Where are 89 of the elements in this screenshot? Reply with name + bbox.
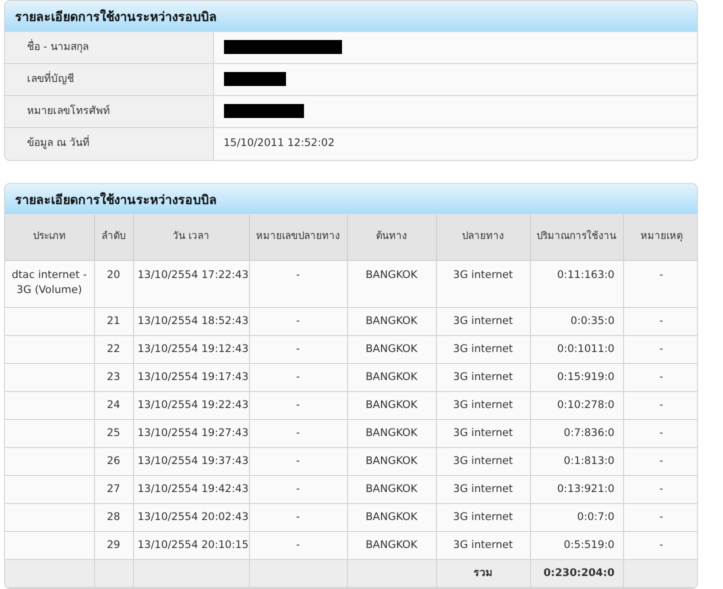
table-cell: 0:10:278:0: [530, 392, 623, 420]
table-cell: 3G internet: [436, 448, 530, 476]
table-cell: 28: [94, 504, 133, 532]
table-cell: -: [623, 532, 697, 560]
table-cell: -: [623, 308, 697, 336]
panel-title: รายละเอียดการใช้งานระหว่างรอบบิล: [15, 9, 217, 24]
table-cell: 3G internet: [436, 308, 530, 336]
table-cell: 0:0:7:0: [530, 504, 623, 532]
table-cell: -: [249, 392, 347, 420]
table-cell: 21: [94, 308, 133, 336]
table-cell: 13/10/2554 19:42:43: [133, 476, 249, 504]
table-cell: 0:0:1011:0: [530, 336, 623, 364]
table-cell: -: [249, 420, 347, 448]
table-cell: 27: [94, 476, 133, 504]
table-cell: 24: [94, 392, 133, 420]
column-header: ปลายทาง: [436, 214, 530, 260]
table-cell: 13/10/2554 19:22:43: [133, 392, 249, 420]
table-cell: -: [623, 336, 697, 364]
table-cell: BANGKOK: [347, 364, 436, 392]
table-cell: 3G internet: [436, 420, 530, 448]
table-cell: -: [249, 308, 347, 336]
field-value: 15/10/2011 12:52:02: [213, 128, 697, 160]
table-cell: 26: [94, 448, 133, 476]
table-cell: BANGKOK: [347, 420, 436, 448]
table-cell: -: [623, 364, 697, 392]
table-cell: -: [249, 532, 347, 560]
table-cell: -: [249, 504, 347, 532]
column-header: ลำดับ: [94, 214, 133, 260]
table-cell: BANGKOK: [347, 476, 436, 504]
field-label: เลขที่บัญชี: [5, 64, 213, 96]
table-cell: 13/10/2554 19:27:43: [133, 420, 249, 448]
table-cell: BANGKOK: [347, 448, 436, 476]
column-header: หมายเลขปลายทาง: [249, 214, 347, 260]
table-cell: dtac internet - 3G (Volume): [5, 260, 94, 308]
table-cell: -: [623, 260, 697, 308]
column-header: ต้นทาง: [347, 214, 436, 260]
table-cell: 3G internet: [436, 336, 530, 364]
table-cell: 22: [94, 336, 133, 364]
column-header: ประเภท: [5, 214, 94, 260]
table-cell: -: [623, 392, 697, 420]
table-cell: 23: [94, 364, 133, 392]
table-cell: 3G internet: [436, 504, 530, 532]
table-cell: 13/10/2554 17:22:43: [133, 260, 249, 308]
table-cell: 0:7:836:0: [530, 420, 623, 448]
table-cell: 0:13:921:0: [530, 476, 623, 504]
table-cell: BANGKOK: [347, 260, 436, 308]
table-cell: 0:15:919:0: [530, 364, 623, 392]
table-cell: 3G internet: [436, 532, 530, 560]
table-cell: 20: [94, 260, 133, 308]
table-cell: 0:0:35:0: [530, 308, 623, 336]
table-cell: -: [249, 364, 347, 392]
table-cell: 13/10/2554 20:02:43: [133, 504, 249, 532]
table-cell: -: [623, 420, 697, 448]
table-cell: BANGKOK: [347, 336, 436, 364]
table-cell: BANGKOK: [347, 392, 436, 420]
redaction-bar: [224, 72, 286, 86]
table-cell: -: [249, 336, 347, 364]
table-cell: 3G internet: [436, 392, 530, 420]
total-label: รวม: [436, 560, 530, 588]
table-cell: -: [249, 476, 347, 504]
table-cell: 13/10/2554 19:37:43: [133, 448, 249, 476]
table-cell: 0:1:813:0: [530, 448, 623, 476]
table-cell: 3G internet: [436, 364, 530, 392]
table-cell: -: [249, 448, 347, 476]
table-cell: BANGKOK: [347, 308, 436, 336]
table-cell: 3G internet: [436, 260, 530, 308]
field-label: หมายเลขโทรศัพท์: [5, 96, 213, 128]
total-value: 0:230:204:0: [530, 560, 623, 588]
column-header: หมายเหตุ: [623, 214, 697, 260]
table-cell: 0:5:519:0: [530, 532, 623, 560]
field-label: ชื่อ - นามสกุล: [5, 32, 213, 64]
table-cell: -: [249, 260, 347, 308]
table-cell: 13/10/2554 20:10:15: [133, 532, 249, 560]
table-cell: 3G internet: [436, 476, 530, 504]
column-header: วัน เวลา: [133, 214, 249, 260]
table-cell: -: [623, 448, 697, 476]
table-cell: BANGKOK: [347, 504, 436, 532]
table-cell: 13/10/2554 19:12:43: [133, 336, 249, 364]
table-cell: 25: [94, 420, 133, 448]
panel-title: รายละเอียดการใช้งานระหว่างรอบบิล: [15, 192, 217, 206]
table-cell: BANGKOK: [347, 532, 436, 560]
table-cell: -: [623, 476, 697, 504]
field-label: ข้อมูล ณ วันที่: [5, 128, 213, 160]
table-cell: 29: [94, 532, 133, 560]
table-cell: 0:11:163:0: [530, 260, 623, 308]
column-header: ปริมาณการใช้งาน: [530, 214, 623, 260]
table-cell: -: [623, 504, 697, 532]
table-cell: 13/10/2554 19:17:43: [133, 364, 249, 392]
table-cell: 13/10/2554 18:52:43: [133, 308, 249, 336]
